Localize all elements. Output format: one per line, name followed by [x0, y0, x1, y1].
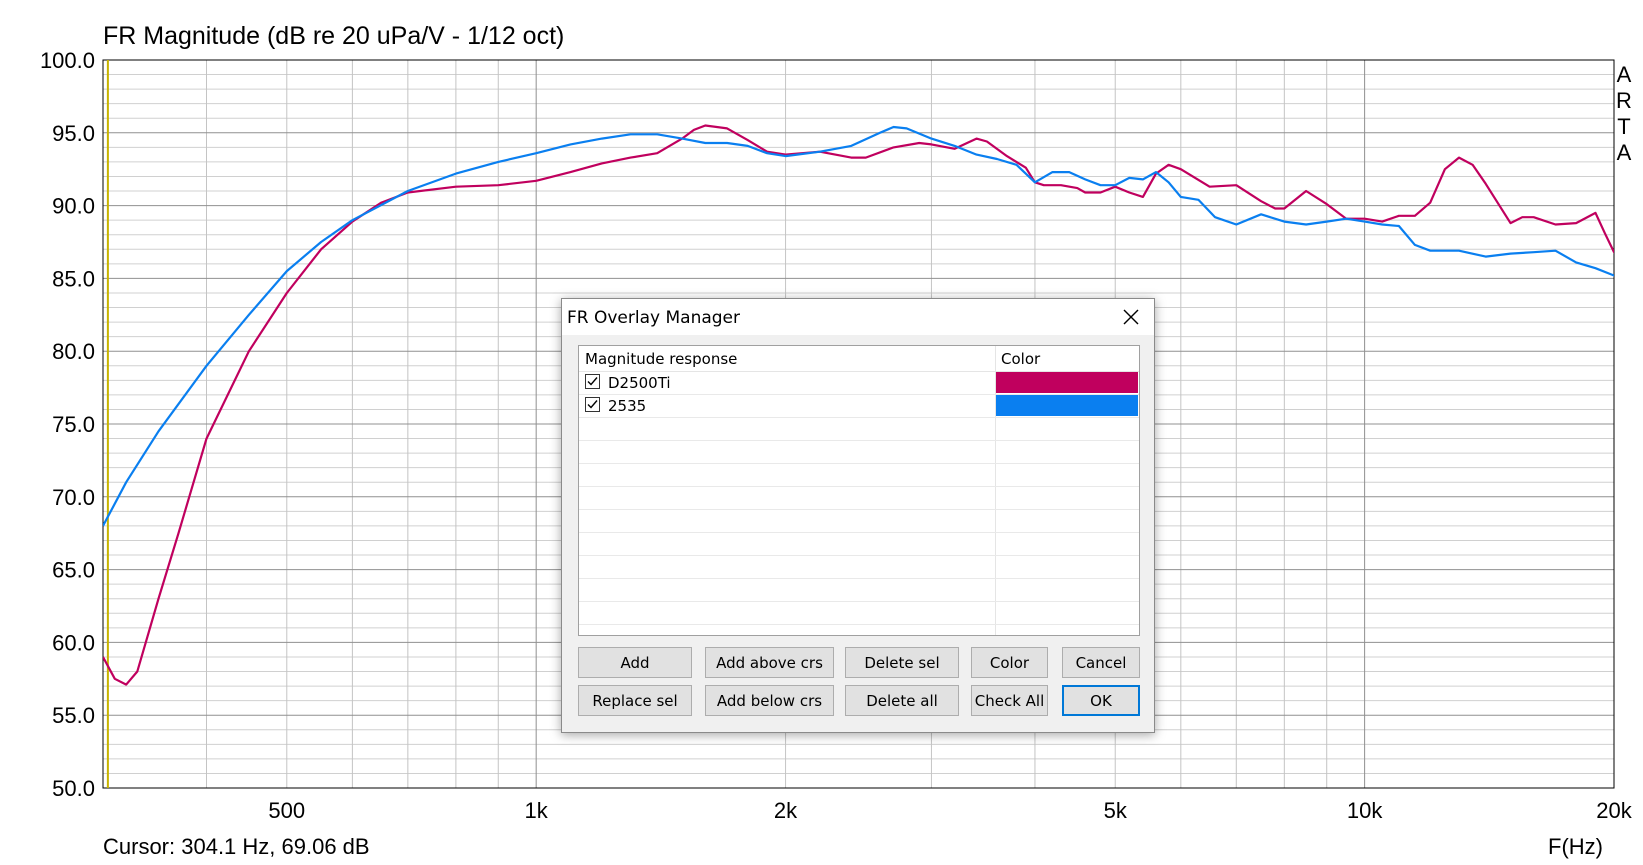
arta-letter: T: [1617, 114, 1631, 139]
y-tick-label: 95.0: [52, 121, 95, 146]
checkmark-icon: [587, 377, 598, 386]
delete-all-button[interactable]: Delete all: [845, 685, 959, 716]
empty-row: [579, 578, 1139, 602]
dialog-titlebar[interactable]: FR Overlay Manager: [562, 299, 1154, 335]
list-item[interactable]: D2500Ti: [579, 371, 1139, 395]
close-button[interactable]: [1118, 304, 1144, 330]
y-tick-label: 100.0: [40, 48, 95, 73]
check-all-button[interactable]: Check All: [971, 685, 1048, 716]
y-tick-label: 80.0: [52, 339, 95, 364]
y-tick-label: 85.0: [52, 266, 95, 291]
close-icon: [1123, 309, 1139, 325]
x-tick-label: 20k: [1596, 798, 1632, 823]
empty-row: [579, 601, 1139, 625]
cancel-button[interactable]: Cancel: [1062, 647, 1140, 678]
x-tick-label: 2k: [774, 798, 798, 823]
arta-letter: A: [1616, 140, 1632, 165]
column-header-magnitude[interactable]: Magnitude response: [585, 350, 737, 368]
color-button[interactable]: Color: [971, 647, 1048, 678]
arta-letter: R: [1616, 88, 1632, 113]
arta-letter: A: [1616, 62, 1632, 87]
list-item[interactable]: 2535: [579, 394, 1139, 418]
add-above-cursor-button[interactable]: Add above crs: [705, 647, 834, 678]
overlay-list[interactable]: Magnitude response Color D2500Ti 2535: [578, 345, 1140, 636]
y-tick-label: 60.0: [52, 630, 95, 655]
x-tick-label: 500: [268, 798, 305, 823]
dialog-title: FR Overlay Manager: [567, 308, 741, 328]
empty-row: [579, 532, 1139, 556]
x-tick-label: 5k: [1104, 798, 1128, 823]
overlay-checkbox[interactable]: [585, 374, 600, 389]
empty-row: [579, 463, 1139, 487]
color-swatch[interactable]: [996, 372, 1138, 393]
replace-selected-button[interactable]: Replace sel: [578, 685, 692, 716]
empty-row: [579, 440, 1139, 464]
cursor-readout: Cursor: 304.1 Hz, 69.06 dB: [103, 834, 370, 859]
column-header-color[interactable]: Color: [1001, 350, 1040, 368]
empty-row: [579, 486, 1139, 510]
overlay-checkbox[interactable]: [585, 397, 600, 412]
list-header: Magnitude response Color: [579, 346, 1139, 372]
empty-row: [579, 417, 1139, 441]
y-tick-label: 65.0: [52, 558, 95, 583]
delete-selected-button[interactable]: Delete sel: [845, 647, 959, 678]
empty-row: [579, 555, 1139, 579]
empty-row: [579, 509, 1139, 533]
x-tick-label: 1k: [525, 798, 549, 823]
fr-overlay-manager-dialog: FR Overlay Manager Magnitude response Co…: [561, 298, 1155, 733]
overlay-name: D2500Ti: [608, 374, 671, 392]
add-button[interactable]: Add: [578, 647, 692, 678]
arta-logo: A R T A: [1613, 62, 1635, 166]
y-tick-label: 75.0: [52, 412, 95, 437]
y-tick-label: 55.0: [52, 703, 95, 728]
checkmark-icon: [587, 400, 598, 409]
x-axis-label: F(Hz): [1548, 834, 1603, 859]
overlay-name: 2535: [608, 397, 647, 415]
y-tick-label: 90.0: [52, 194, 95, 219]
ok-button[interactable]: OK: [1062, 685, 1140, 716]
add-below-cursor-button[interactable]: Add below crs: [705, 685, 834, 716]
y-tick-label: 50.0: [52, 776, 95, 801]
color-swatch[interactable]: [996, 395, 1138, 416]
chart-title: FR Magnitude (dB re 20 uPa/V - 1/12 oct): [103, 22, 565, 50]
y-tick-label: 70.0: [52, 485, 95, 510]
x-tick-label: 10k: [1347, 798, 1383, 823]
